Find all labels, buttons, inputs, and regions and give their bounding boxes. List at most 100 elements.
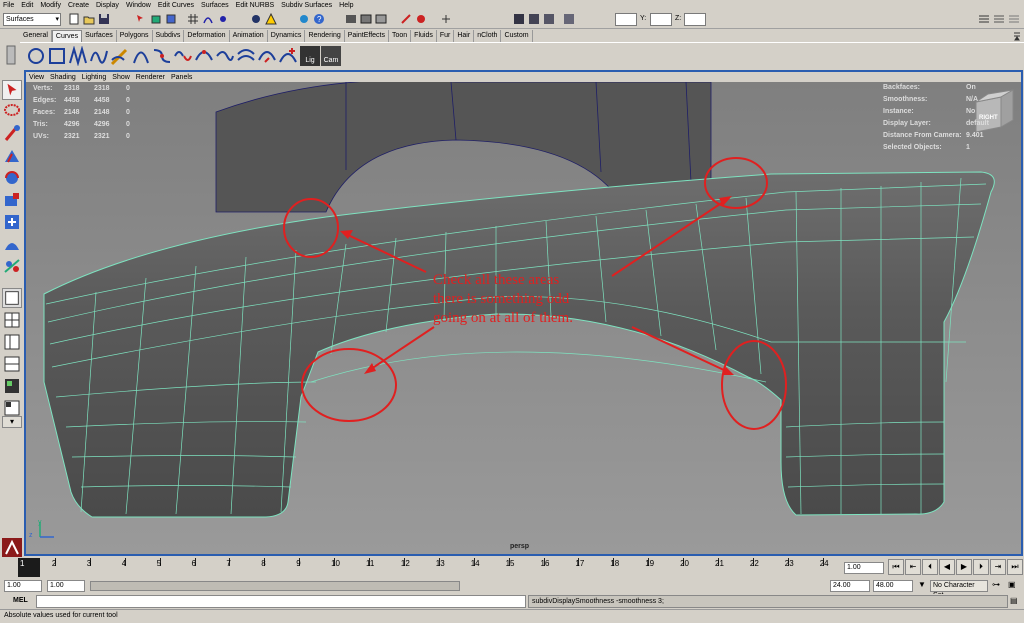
- command-input[interactable]: [36, 595, 526, 608]
- tab-deformation[interactable]: Deformation: [184, 30, 230, 42]
- panel-menu-renderer[interactable]: Renderer: [136, 74, 165, 81]
- new-scene-icon[interactable]: [68, 13, 80, 25]
- tab-dynamics[interactable]: Dynamics: [268, 30, 306, 42]
- channel-box-icon[interactable]: [543, 13, 555, 25]
- show-tool-settings-icon[interactable]: [993, 13, 1005, 25]
- menu-subdiv-surfaces[interactable]: Subdiv Surfaces: [281, 2, 332, 9]
- attach-curves-icon[interactable]: [152, 46, 172, 66]
- go-to-end-button[interactable]: ⏭: [1007, 559, 1023, 575]
- shelf-menu-icon[interactable]: [1012, 31, 1022, 41]
- input-line-icon[interactable]: [440, 13, 452, 25]
- pencil-curve-icon[interactable]: [110, 46, 130, 66]
- tool-settings-icon[interactable]: [528, 13, 540, 25]
- step-forward-key-button[interactable]: ⇥: [990, 559, 1006, 575]
- panel-menu-lighting[interactable]: Lighting: [82, 74, 107, 81]
- cv-curve-icon[interactable]: [68, 46, 88, 66]
- animation-start-field[interactable]: 1.00: [4, 580, 42, 592]
- persp-outliner-layout-icon[interactable]: [2, 332, 22, 352]
- scale-tool-icon[interactable]: [2, 190, 22, 210]
- layout-more-button[interactable]: ▾: [2, 416, 22, 428]
- go-to-start-button[interactable]: ⏮: [888, 559, 904, 575]
- play-forwards-button[interactable]: ▶: [956, 559, 972, 575]
- tab-fur[interactable]: Fur: [437, 30, 455, 42]
- tab-hair[interactable]: Hair: [454, 30, 475, 42]
- playback-end-field[interactable]: 24.00: [830, 580, 870, 592]
- x-input[interactable]: [615, 13, 637, 26]
- lasso-tool-icon[interactable]: [2, 102, 22, 122]
- arc-tool-icon[interactable]: [131, 46, 151, 66]
- save-scene-icon[interactable]: [98, 13, 110, 25]
- show-manipulator-icon[interactable]: [2, 256, 22, 276]
- step-back-key-button[interactable]: ⇤: [905, 559, 921, 575]
- panel-menu-panels[interactable]: Panels: [171, 74, 192, 81]
- show-channel-box-icon[interactable]: [1008, 13, 1020, 25]
- perspective-viewport[interactable]: Verts: 2318 2318 0 Edges: 4458 4458 0 Fa…: [24, 82, 1023, 556]
- attribute-editor-icon[interactable]: [513, 13, 525, 25]
- move-tool-icon[interactable]: [2, 146, 22, 166]
- layer-editor-icon[interactable]: [563, 13, 575, 25]
- step-forward-frame-button[interactable]: ⏵: [973, 559, 989, 575]
- snap-grid-icon[interactable]: [187, 13, 199, 25]
- time-slider[interactable]: 1 2 3 4 5 6 7 8 9 10 11 12 13 14 15 16 17 18 19 20 21 22 23 24 …: [0, 557, 1024, 579]
- z-input[interactable]: [684, 13, 706, 26]
- step-back-frame-button[interactable]: ⏴: [922, 559, 938, 575]
- menu-file[interactable]: File: [3, 2, 14, 9]
- hypershade-icon[interactable]: [415, 13, 427, 25]
- insert-knot-icon[interactable]: [194, 46, 214, 66]
- open-scene-icon[interactable]: [83, 13, 95, 25]
- menu-window[interactable]: Window: [126, 2, 151, 9]
- add-points-icon[interactable]: [278, 46, 298, 66]
- current-frame-field[interactable]: 1.00: [844, 562, 884, 574]
- render-current-frame-icon[interactable]: [360, 13, 372, 25]
- tab-general[interactable]: General: [20, 30, 52, 42]
- menu-display[interactable]: Display: [96, 2, 119, 9]
- menu-edit-nurbs[interactable]: Edit NURBS: [236, 2, 275, 9]
- history-icon[interactable]: [298, 13, 310, 25]
- tab-curves[interactable]: Curves: [51, 30, 83, 42]
- single-pane-layout-icon[interactable]: [2, 288, 22, 308]
- menu-surfaces[interactable]: Surfaces: [201, 2, 229, 9]
- menu-modify[interactable]: Modify: [40, 2, 61, 9]
- panel-menu-shading[interactable]: Shading: [50, 74, 76, 81]
- paint-select-icon[interactable]: [2, 124, 22, 144]
- tab-surfaces[interactable]: Surfaces: [82, 30, 117, 42]
- detach-curves-icon[interactable]: [173, 46, 193, 66]
- tab-subdivs[interactable]: Subdivs: [153, 30, 185, 42]
- four-pane-layout-icon[interactable]: [2, 310, 22, 330]
- extend-curve-icon[interactable]: [215, 46, 235, 66]
- command-language-label[interactable]: MEL: [13, 597, 28, 604]
- character-set-dropdown-icon[interactable]: ▼: [916, 580, 928, 592]
- render-settings-icon[interactable]: [400, 13, 412, 25]
- shelf-options-icon[interactable]: [4, 44, 18, 66]
- rebuild-curve-icon[interactable]: [257, 46, 277, 66]
- anim-prefs-icon[interactable]: ▣: [1008, 580, 1020, 592]
- help-icon[interactable]: ?: [313, 13, 325, 25]
- tab-polygons[interactable]: Polygons: [117, 30, 153, 42]
- auto-key-icon[interactable]: ⊶: [992, 580, 1004, 592]
- ipr-render-icon[interactable]: [375, 13, 387, 25]
- universal-manip-icon[interactable]: [2, 212, 22, 232]
- select-hierarchy-icon[interactable]: [135, 13, 147, 25]
- tab-animation[interactable]: Animation: [230, 30, 268, 42]
- menu-edit-curves[interactable]: Edit Curves: [158, 2, 194, 9]
- render-view-icon[interactable]: [345, 13, 357, 25]
- playback-start-field[interactable]: 1.00: [47, 580, 85, 592]
- panel-menu-show[interactable]: Show: [112, 74, 130, 81]
- show-attribute-editor-icon[interactable]: [978, 13, 990, 25]
- y-input[interactable]: [650, 13, 672, 26]
- hypershade-layout-icon[interactable]: [2, 376, 22, 396]
- tab-painteffects[interactable]: PaintEffects: [345, 30, 389, 42]
- select-tool-icon[interactable]: [2, 80, 22, 100]
- tab-toon[interactable]: Toon: [389, 30, 412, 42]
- offset-curve-icon[interactable]: [236, 46, 256, 66]
- tab-ncloth[interactable]: nCloth: [474, 30, 502, 42]
- nurbs-circle-icon[interactable]: [26, 46, 46, 66]
- range-slider-bar[interactable]: [90, 581, 460, 591]
- snap-view-plane-icon[interactable]: [250, 13, 262, 25]
- rotate-tool-icon[interactable]: [2, 168, 22, 188]
- create-camera-icon[interactable]: Cam: [321, 46, 341, 66]
- outliner-layout-icon[interactable]: [2, 398, 22, 418]
- nurbs-square-icon[interactable]: [47, 46, 67, 66]
- character-set-field[interactable]: No Character Set: [930, 580, 988, 599]
- create-light-icon[interactable]: Lig: [300, 46, 320, 66]
